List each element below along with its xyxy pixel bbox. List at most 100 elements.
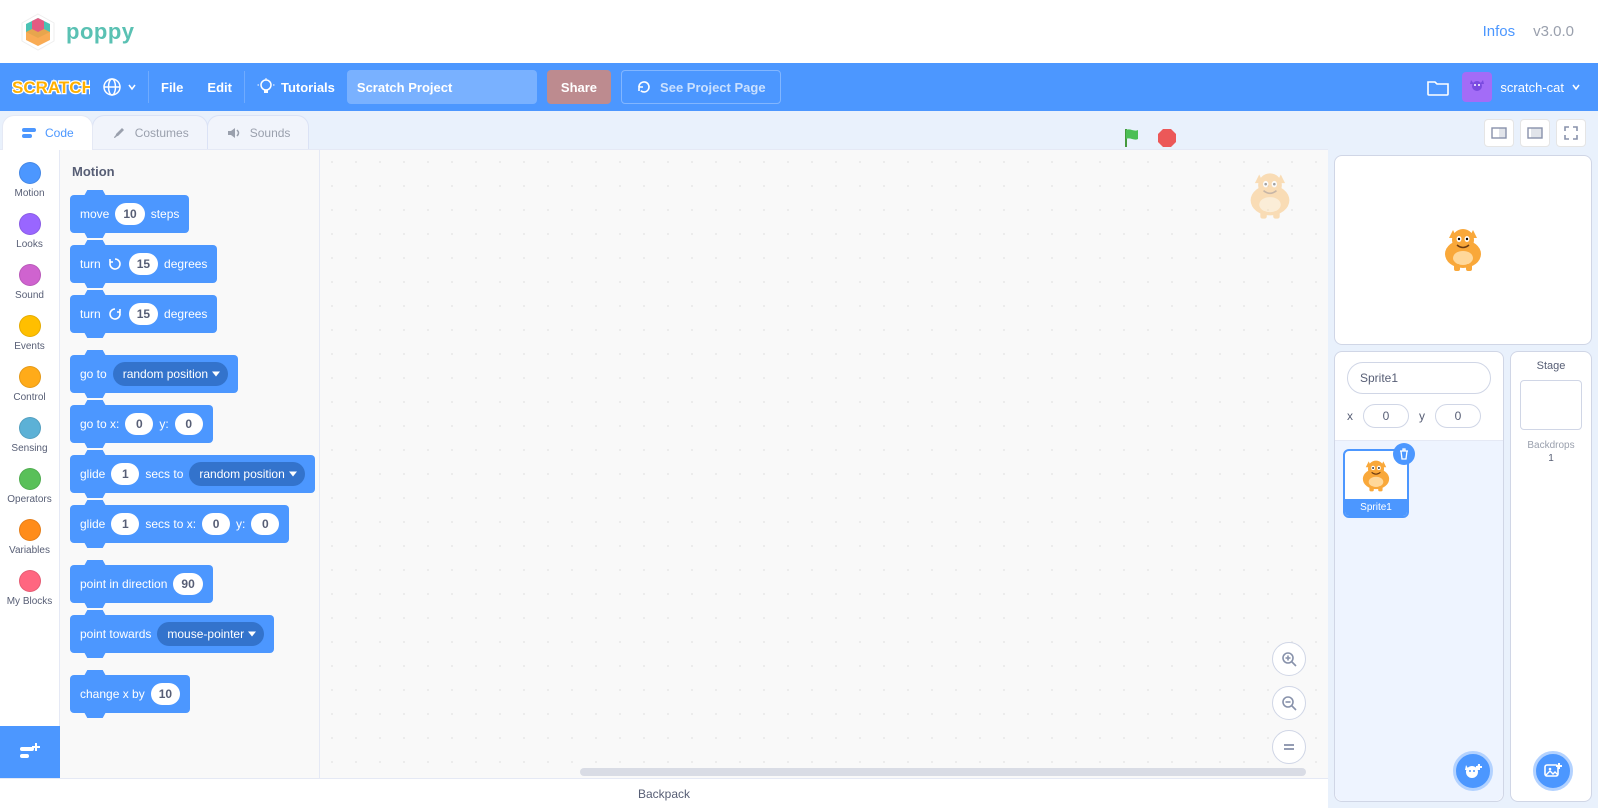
block-glide-to[interactable]: glide 1 secs to random position — [70, 455, 315, 493]
scratch-logo[interactable]: SCRATCH — [12, 73, 90, 101]
folder-icon — [1427, 78, 1449, 96]
stage-fullscreen-button[interactable] — [1556, 119, 1586, 147]
image-plus-icon — [1543, 761, 1563, 781]
editor-body: Motion Looks Sound Events Control Sensin… — [0, 149, 1328, 778]
sprite-watermark-icon — [1242, 168, 1298, 224]
paintbrush-icon — [111, 125, 127, 141]
my-stuff-button[interactable] — [1422, 71, 1454, 103]
poppy-mark-icon — [18, 12, 58, 52]
poppy-wordmark: poppy — [66, 19, 135, 45]
globe-icon — [102, 77, 122, 97]
share-button[interactable]: Share — [547, 70, 611, 104]
zoom-out-button[interactable] — [1272, 686, 1306, 720]
edit-menu[interactable]: Edit — [195, 63, 244, 111]
category-control[interactable]: Control — [0, 360, 59, 411]
stage-small-button[interactable] — [1484, 119, 1514, 147]
extension-icon — [17, 739, 43, 765]
dropdown-mouse-pointer[interactable]: mouse-pointer — [157, 622, 264, 646]
tab-strip: Code Costumes Sounds — [0, 111, 1328, 149]
block-point-towards[interactable]: point towards mouse-pointer — [70, 615, 274, 653]
category-sound[interactable]: Sound — [0, 258, 59, 309]
category-myblocks[interactable]: My Blocks — [0, 564, 59, 615]
add-backdrop-button[interactable] — [1533, 751, 1573, 791]
block-palette[interactable]: Motion move 10 steps turn 15 degrees tur… — [60, 150, 320, 778]
block-glide-xy[interactable]: glide 1 secs to x: 0 y: 0 — [70, 505, 289, 543]
refresh-icon — [636, 79, 652, 95]
cat-plus-icon — [1462, 760, 1484, 782]
sprite-tile-label: Sprite1 — [1345, 499, 1407, 516]
stage-selector[interactable]: Stage Backdrops 1 — [1510, 351, 1592, 802]
scripts-workspace[interactable] — [320, 150, 1328, 778]
trash-icon — [1398, 448, 1410, 460]
language-menu[interactable] — [90, 63, 148, 111]
horizontal-scrollbar[interactable] — [580, 768, 1306, 776]
stop-button[interactable] — [1156, 127, 1178, 149]
palette-heading: Motion — [72, 164, 311, 179]
poppy-logo[interactable]: poppy — [18, 12, 135, 52]
tab-code[interactable]: Code — [2, 115, 93, 149]
version-label: v3.0.0 — [1533, 23, 1574, 40]
lightbulb-icon — [257, 78, 275, 96]
chevron-down-icon — [1572, 83, 1580, 91]
block-go-to[interactable]: go to random position — [70, 355, 238, 393]
block-turn-cw[interactable]: turn 15 degrees — [70, 245, 217, 283]
infos-link[interactable]: Infos — [1483, 23, 1516, 40]
stage-heading: Stage — [1537, 360, 1566, 372]
gui: Code Costumes Sounds Motion Looks Sound — [0, 111, 1598, 808]
svg-text:SCRATCH: SCRATCH — [12, 78, 90, 97]
file-menu[interactable]: File — [149, 63, 195, 111]
see-project-button[interactable]: See Project Page — [621, 70, 781, 104]
backpack-toggle[interactable]: Backpack — [0, 778, 1328, 808]
stage[interactable] — [1334, 155, 1592, 345]
delete-sprite-button[interactable] — [1393, 443, 1415, 465]
sprite-x-label: x — [1347, 409, 1353, 423]
rotate-ccw-icon — [107, 306, 123, 322]
sprite-y-label: y — [1419, 409, 1425, 423]
account-menu[interactable]: scratch-cat — [1454, 72, 1588, 102]
backdrops-label: Backdrops — [1527, 440, 1574, 451]
category-sensing[interactable]: Sensing — [0, 411, 59, 462]
poppy-bar: poppy Infos v3.0.0 — [0, 0, 1598, 63]
tab-sounds[interactable]: Sounds — [207, 115, 310, 149]
sprite-name-input[interactable] — [1347, 362, 1491, 394]
add-extension-button[interactable] — [0, 726, 60, 778]
block-change-x[interactable]: change x by 10 — [70, 675, 190, 713]
green-flag-button[interactable] — [1122, 127, 1144, 149]
block-point-direction[interactable]: point in direction 90 — [70, 565, 213, 603]
category-variables[interactable]: Variables — [0, 513, 59, 564]
sprite-panel: x y Sprite1 — [1334, 351, 1504, 802]
category-column: Motion Looks Sound Events Control Sensin… — [0, 150, 60, 778]
backdrops-count: 1 — [1548, 453, 1554, 464]
speaker-icon — [226, 125, 242, 141]
chevron-down-icon — [128, 83, 136, 91]
rotate-cw-icon — [107, 256, 123, 272]
sprite-list: Sprite1 — [1335, 440, 1503, 801]
avatar-cat-icon — [1466, 76, 1488, 98]
menu-bar: SCRATCH File Edit Tutorials Share See Pr… — [0, 63, 1598, 111]
add-sprite-button[interactable] — [1453, 751, 1493, 791]
category-motion[interactable]: Motion — [0, 156, 59, 207]
block-move-steps[interactable]: move 10 steps — [70, 195, 189, 233]
sprite-thumb-icon — [1357, 457, 1395, 495]
code-icon — [21, 125, 37, 141]
backdrop-thumbnail[interactable] — [1520, 380, 1582, 430]
tab-costumes[interactable]: Costumes — [92, 115, 208, 149]
stage-large-button[interactable] — [1520, 119, 1550, 147]
category-looks[interactable]: Looks — [0, 207, 59, 258]
dropdown-random-position[interactable]: random position — [113, 362, 228, 386]
sprite-y-input[interactable] — [1435, 404, 1481, 428]
sprite-x-input[interactable] — [1363, 404, 1409, 428]
sprite-tile[interactable]: Sprite1 — [1343, 449, 1409, 518]
project-title-input[interactable] — [347, 70, 537, 104]
right-column: x y Sprite1 — [1328, 111, 1598, 808]
category-events[interactable]: Events — [0, 309, 59, 360]
block-go-to-xy[interactable]: go to x: 0 y: 0 — [70, 405, 213, 443]
scratch-wordmark-icon: SCRATCH — [12, 74, 90, 100]
zoom-reset-button[interactable] — [1272, 730, 1306, 764]
tutorials-button[interactable]: Tutorials — [245, 63, 347, 111]
zoom-in-button[interactable] — [1272, 642, 1306, 676]
dropdown-random-position[interactable]: random position — [189, 462, 304, 486]
category-operators[interactable]: Operators — [0, 462, 59, 513]
avatar — [1462, 72, 1492, 102]
block-turn-ccw[interactable]: turn 15 degrees — [70, 295, 217, 333]
